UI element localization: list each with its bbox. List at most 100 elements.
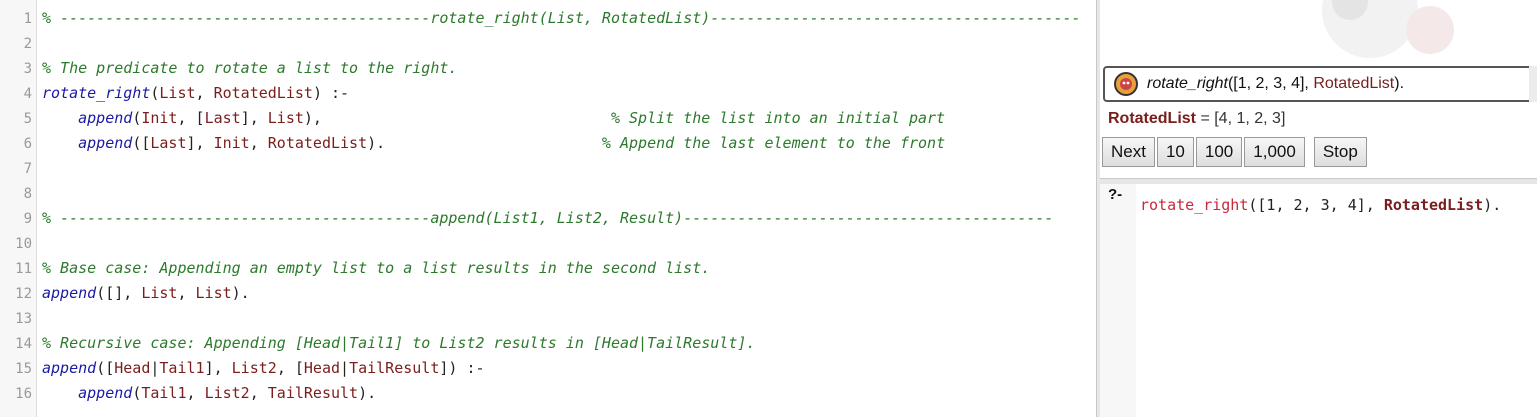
code-token: Tail1 <box>159 359 205 377</box>
prompt-label: ?- <box>1108 186 1123 203</box>
line-number: 11 <box>15 261 32 277</box>
code-text: % Base case: Appending an empty list to … <box>42 256 710 281</box>
code-line: 12 append([], List, List). <box>0 281 1096 306</box>
line-number: 9 <box>23 211 32 227</box>
code-token: % Recursive case: Appending [Head|Tail1]… <box>42 334 756 352</box>
prolog-gear-icon <box>1114 72 1138 96</box>
answer-var-name: RotatedList <box>1108 110 1196 127</box>
next-1000-button[interactable]: 1,000 <box>1244 137 1305 167</box>
code-token: ], <box>204 359 232 377</box>
code-token: ([ <box>96 359 115 377</box>
line-number: 4 <box>23 86 32 102</box>
code-token: ), <box>303 109 322 127</box>
code-token: ----------------------------------------… <box>710 9 1081 27</box>
code-token: % The predicate to rotate a list to the … <box>42 59 458 77</box>
next-button[interactable]: Next <box>1102 137 1155 167</box>
code-line: 2 <box>0 31 1096 56</box>
background-logo-art <box>1100 0 1537 65</box>
line-number: 8 <box>23 186 32 202</box>
code-editor[interactable]: 1 % -------------------------------------… <box>0 0 1096 417</box>
query-end: ). <box>1394 75 1405 92</box>
code-token: ]) :- <box>439 359 485 377</box>
code-token: Init <box>141 109 178 127</box>
code-token: Tail1 <box>141 384 187 402</box>
code-line: 4 rotate_right(List, RotatedList) :- <box>0 81 1096 106</box>
code-token: ----------------------------------------… <box>683 209 1054 227</box>
query-text: rotate_right([1, 2, 3, 4], RotatedList). <box>1147 75 1404 93</box>
code-token: ). <box>358 384 377 402</box>
code-token: ). <box>367 134 386 152</box>
code-token: TailResult <box>267 384 359 402</box>
code-token: List <box>159 84 196 102</box>
prompt-gutter <box>1100 184 1136 417</box>
code-token: List2 <box>204 384 250 402</box>
line-number: 15 <box>15 361 32 377</box>
code-token: ([], <box>96 284 142 302</box>
input-fn: rotate_right <box>1140 196 1249 214</box>
code-line: 1 % -------------------------------------… <box>0 6 1096 31</box>
horizontal-splitter[interactable] <box>1100 178 1537 184</box>
code-token: append <box>78 134 133 152</box>
query-input[interactable]: rotate_right([1, 2, 3, 4], RotatedList). <box>1140 196 1501 214</box>
query-var: RotatedList <box>1313 75 1395 92</box>
code-token: ( <box>132 109 142 127</box>
code-line: 3 % The predicate to rotate a list to the… <box>0 56 1096 81</box>
code-line: 14 % Recursive case: Appending [Head|Tail… <box>0 331 1096 356</box>
code-token: , <box>249 134 268 152</box>
query-fn: rotate_right <box>1147 75 1228 92</box>
code-text: % Recursive case: Appending [Head|Tail1]… <box>42 331 755 356</box>
code-token: List <box>141 284 178 302</box>
code-text: rotate_right(List, RotatedList) :- <box>42 81 349 106</box>
stop-button[interactable]: Stop <box>1313 137 1367 167</box>
code-token: , <box>186 384 205 402</box>
line-number: 13 <box>15 311 32 327</box>
code-token: rotate_right <box>42 84 151 102</box>
code-token: , <box>249 384 268 402</box>
code-token: append <box>42 284 97 302</box>
next-10-button[interactable]: 10 <box>1156 137 1194 167</box>
code-token: RotatedList <box>267 134 368 152</box>
code-line: 9 % -------------------------------------… <box>0 206 1096 231</box>
line-number: 2 <box>23 36 32 52</box>
answer-buttons: Next 10 100 1,000 Stop <box>1102 137 1369 167</box>
code-text: % --------------------------------------… <box>42 206 1053 231</box>
query-panel: rotate_right([1, 2, 3, 4], RotatedList).… <box>1100 0 1537 417</box>
code-token: Init <box>213 134 250 152</box>
code-line: 6 append([Last], Init, RotatedList). % A… <box>0 131 1096 156</box>
line-number: 6 <box>23 136 32 152</box>
answer-value: = [4, 1, 2, 3] <box>1196 110 1286 127</box>
code-token: List2 <box>231 359 277 377</box>
code-text: append(Tail1, List2, TailResult). <box>42 381 376 406</box>
code-token: append <box>78 109 133 127</box>
code-line: 11 % Base case: Appending an empty list t… <box>0 256 1096 281</box>
code-line: 16 append(Tail1, List2, TailResult). <box>0 381 1096 406</box>
line-number: 16 <box>15 386 32 402</box>
code-token: % --------------------------------------… <box>42 9 431 27</box>
code-token: | <box>340 359 350 377</box>
line-number: 12 <box>15 286 32 302</box>
code-token: Last <box>150 134 187 152</box>
line-number: 10 <box>15 236 32 252</box>
code-token: , [ <box>177 109 205 127</box>
code-text: append([Last], Init, RotatedList). % App… <box>42 131 945 156</box>
input-args: ([1, 2, 3, 4], <box>1248 196 1384 214</box>
query-box[interactable]: rotate_right([1, 2, 3, 4], RotatedList). <box>1103 66 1537 102</box>
answer-line: RotatedList = [4, 1, 2, 3] <box>1108 110 1285 128</box>
code-text: % --------------------------------------… <box>42 6 1081 31</box>
input-var: RotatedList <box>1383 196 1484 214</box>
code-token: % --------------------------------------… <box>42 209 431 227</box>
code-token: List <box>267 109 304 127</box>
code-line: 15 append([Head|Tail1], List2, [Head|Tail… <box>0 356 1096 381</box>
code-token: , [ <box>276 359 304 377</box>
input-end: ). <box>1483 196 1502 214</box>
query-scrollbar[interactable] <box>1529 66 1537 102</box>
code-line: 10 <box>0 231 1096 256</box>
code-token: TailResult <box>349 359 440 377</box>
code-token: ) :- <box>312 84 350 102</box>
next-100-button[interactable]: 100 <box>1195 137 1243 167</box>
code-token: ], <box>186 134 214 152</box>
code-token: % Split the list into an initial part <box>321 109 946 127</box>
